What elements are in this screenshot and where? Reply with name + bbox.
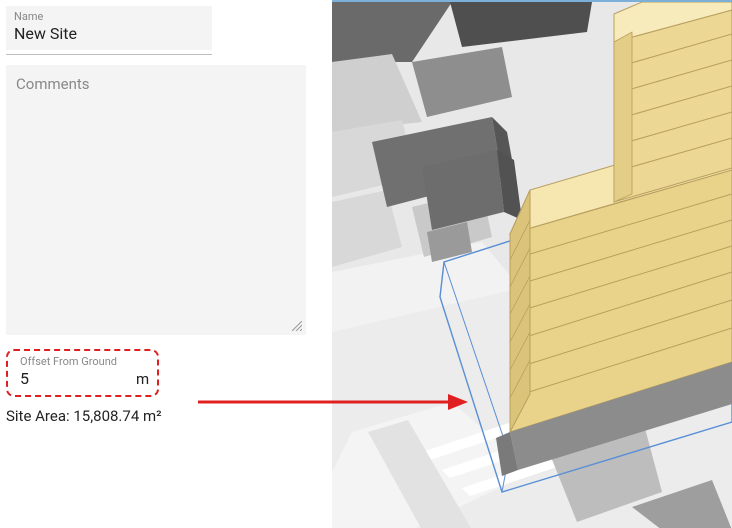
name-label: Name (14, 10, 204, 24)
name-underline (6, 54, 212, 55)
offset-field-highlight: Offset From Ground m (6, 349, 159, 397)
name-field-container[interactable]: Name (6, 6, 212, 50)
resize-handle-icon[interactable] (292, 321, 302, 331)
offset-input[interactable] (20, 369, 130, 389)
comments-textarea[interactable] (14, 73, 298, 327)
site-area-readout: Site Area: 15,808.74 m² (6, 407, 326, 425)
name-input[interactable] (14, 24, 204, 44)
properties-panel: Name Offset From Ground m Site Area: 15,… (0, 0, 332, 528)
3d-viewport[interactable] (332, 0, 732, 528)
offset-unit-label: m (136, 370, 149, 388)
3d-scene (332, 2, 732, 528)
offset-label: Offset From Ground (20, 355, 149, 369)
comments-field-container[interactable] (6, 65, 306, 335)
